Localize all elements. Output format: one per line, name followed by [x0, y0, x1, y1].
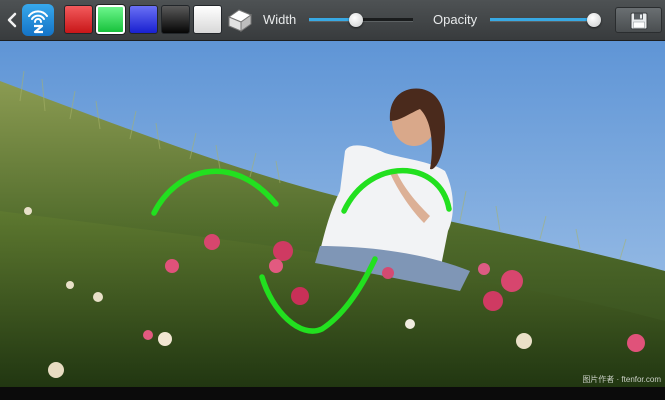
- width-label: Width: [263, 12, 297, 27]
- save-button[interactable]: [615, 7, 662, 33]
- color-swatch-white[interactable]: [193, 5, 222, 34]
- width-slider-thumb[interactable]: [349, 13, 363, 27]
- color-swatch-green[interactable]: [96, 5, 125, 34]
- app-logo-icon[interactable]: [22, 4, 54, 36]
- photo-canvas[interactable]: 图片作者 · ftenfor.com: [0, 41, 665, 387]
- bottom-system-bar: [0, 387, 665, 400]
- save-icon: [630, 12, 648, 30]
- opacity-slider-fill: [490, 18, 594, 21]
- back-arrow-icon[interactable]: [5, 10, 19, 30]
- color-swatch-blue[interactable]: [129, 5, 158, 34]
- opacity-slider-thumb[interactable]: [587, 13, 601, 27]
- color-swatch-black[interactable]: [161, 5, 190, 34]
- opacity-label: Opacity: [433, 12, 478, 27]
- photo-watermark: 图片作者 · ftenfor.com: [582, 375, 661, 384]
- opacity-slider[interactable]: [490, 18, 594, 22]
- color-swatch-red[interactable]: [64, 5, 93, 34]
- eraser-icon[interactable]: [225, 5, 255, 35]
- drawing-toolbar: Width Opacity: [0, 0, 665, 41]
